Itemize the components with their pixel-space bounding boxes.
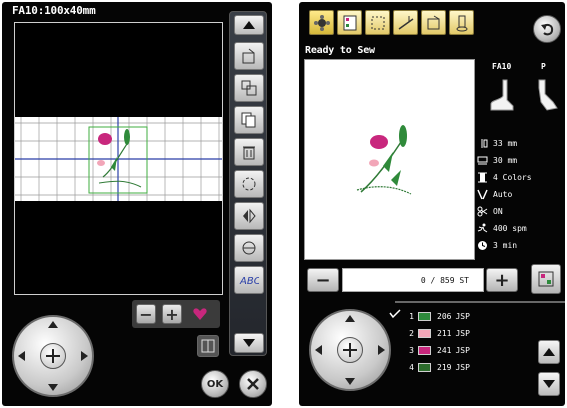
color-swatch (418, 362, 431, 372)
info-trim: ON (477, 206, 503, 217)
rotate-button[interactable] (234, 42, 264, 70)
tension-icon (398, 15, 413, 30)
mirror-button[interactable] (234, 202, 264, 230)
tab-tension[interactable] (393, 10, 418, 35)
bobbin-icon (456, 15, 467, 31)
scroll-down-button[interactable] (234, 333, 264, 353)
hoop-area (15, 117, 222, 201)
scissors-icon (477, 206, 488, 217)
move-dpad[interactable] (309, 309, 391, 391)
design-view[interactable] (14, 22, 223, 295)
ok-button[interactable]: OK (201, 370, 229, 398)
sew-screen: Ready to Sew FA10 P 33 mm 30 mm 4 Colors… (299, 2, 565, 406)
plus-icon (46, 349, 60, 363)
triangle-up-icon (543, 348, 555, 356)
presser-foot-label: FA10 (492, 62, 512, 71)
triangle-down-icon (243, 339, 255, 347)
list-icon (343, 15, 356, 30)
duplicate-button[interactable] (234, 106, 264, 134)
hoop-grid (15, 117, 222, 201)
density-icon (242, 241, 256, 255)
thread-color-row-3[interactable]: 3 241 JSP (404, 343, 470, 357)
plus-icon (343, 343, 357, 357)
move-dpad[interactable] (12, 315, 94, 397)
running-icon (477, 223, 488, 234)
info-speed: 400 spm (477, 223, 527, 234)
abc-icon: ABC (239, 276, 259, 287)
color-swatch (418, 345, 431, 355)
stitch-counter: 0 / 859 ST (342, 268, 484, 292)
color-sort-button[interactable] (531, 264, 561, 294)
zoom-in-button[interactable]: + (162, 304, 182, 324)
design-preview-image (356, 125, 412, 195)
duplicate-icon (241, 112, 256, 128)
edit-toolbar: ABC (229, 11, 267, 356)
info-colors: 4 Colors (477, 172, 532, 183)
cancel-button[interactable] (239, 370, 267, 398)
thread-color-row-1[interactable]: 1 206 JSP (404, 309, 470, 323)
status-text: Ready to Sew (305, 45, 375, 56)
trash-icon (243, 146, 255, 160)
density-button[interactable] (234, 234, 264, 262)
foot-icon (490, 79, 514, 111)
triangle-down-icon (543, 380, 555, 388)
edit-screen: FA10:100x40mm ABC − + OK (2, 2, 272, 406)
border-button[interactable] (234, 170, 264, 198)
presser-label: P (541, 62, 546, 71)
layout-button[interactable] (197, 335, 219, 357)
info-thread-cut: Auto (477, 189, 512, 200)
layout-icon (201, 339, 215, 353)
delete-button[interactable] (234, 138, 264, 166)
hoop-icon (427, 15, 439, 29)
tab-trace[interactable] (365, 10, 390, 35)
mirror-icon (243, 208, 256, 224)
triangle-up-icon (243, 21, 255, 29)
thread-color-row-4[interactable]: 4 219 JSP (404, 360, 470, 374)
color-sort-icon (538, 271, 554, 287)
center-button[interactable] (40, 343, 66, 369)
undo-icon (541, 23, 554, 36)
color-swatch (418, 328, 431, 338)
design-motif (97, 129, 142, 188)
stitch-forward-button[interactable]: + (486, 268, 518, 292)
height-icon (477, 138, 488, 149)
center-button[interactable] (337, 337, 363, 363)
stitch-back-button[interactable]: − (307, 268, 339, 292)
tab-pattern[interactable] (309, 10, 334, 35)
info-time: 3 min (477, 240, 517, 251)
design-preview (304, 59, 475, 260)
zoom-out-button[interactable]: − (136, 304, 156, 324)
list-divider (395, 301, 565, 303)
info-height: 33 mm (477, 138, 517, 149)
back-button[interactable] (533, 15, 561, 43)
thread-color-row-2[interactable]: 2 211 JSP (404, 326, 470, 340)
trace-icon (371, 16, 384, 29)
tab-hoop[interactable] (421, 10, 446, 35)
zoom-controls: − + (132, 300, 220, 328)
scroll-up-button[interactable] (234, 15, 264, 35)
color-list-up-button[interactable] (538, 340, 560, 364)
presser-icon (538, 79, 558, 111)
heart-icon (193, 308, 207, 320)
svg-text:ABC: ABC (239, 276, 259, 287)
resize-icon (241, 80, 257, 96)
rotate-icon (242, 48, 255, 64)
width-icon (477, 155, 488, 166)
tab-thread-list[interactable] (337, 10, 362, 35)
thread-cut-icon (477, 189, 488, 200)
text-button[interactable]: ABC (234, 266, 264, 294)
info-width: 30 mm (477, 155, 517, 166)
heart-button[interactable] (190, 304, 210, 324)
close-icon (247, 378, 259, 390)
size-button[interactable] (234, 74, 264, 102)
hoop-title: FA10:100x40mm (12, 4, 96, 17)
color-swatch (418, 311, 431, 321)
clock-icon (477, 240, 488, 251)
circle-border-icon (242, 177, 256, 191)
spool-icon (477, 172, 488, 183)
tab-bobbin[interactable] (449, 10, 474, 35)
flower-icon (313, 14, 330, 31)
color-list-down-button[interactable] (538, 372, 560, 396)
